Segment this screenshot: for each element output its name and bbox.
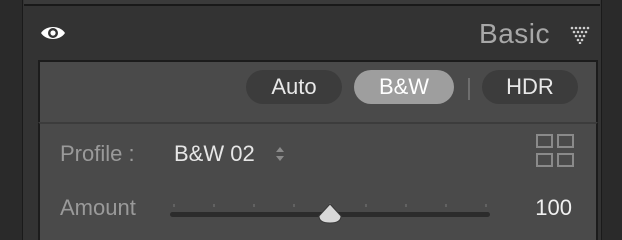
auto-button[interactable]: Auto [246, 70, 342, 104]
right-panel-edge [601, 0, 622, 240]
amount-value[interactable]: 100 [535, 194, 572, 222]
amount-label: Amount [60, 195, 136, 220]
triangle-dots-icon[interactable] [570, 26, 590, 44]
treatment-divider [468, 78, 470, 100]
left-panel-edge [0, 0, 23, 240]
panel-header[interactable]: Basic [24, 6, 600, 60]
panel-title: Basic [479, 18, 550, 49]
profile-label: Profile : [60, 141, 135, 166]
slider-thumb[interactable] [318, 203, 342, 224]
panel-body: Profile : B&W 02 Amount 100 [38, 122, 598, 240]
hdr-button[interactable]: HDR [482, 70, 578, 104]
bw-button[interactable]: B&W [354, 70, 454, 104]
up-down-chevron-icon[interactable] [274, 144, 286, 164]
basic-panel: Basic Auto B&W HDR Profile : B&W 02 Amou… [0, 0, 622, 240]
grid-icon[interactable] [536, 134, 574, 168]
eye-icon[interactable] [40, 24, 66, 42]
amount-slider[interactable] [168, 202, 492, 226]
profile-dropdown[interactable]: B&W 02 [174, 140, 255, 168]
treatment-bar: Auto B&W HDR [38, 60, 598, 122]
